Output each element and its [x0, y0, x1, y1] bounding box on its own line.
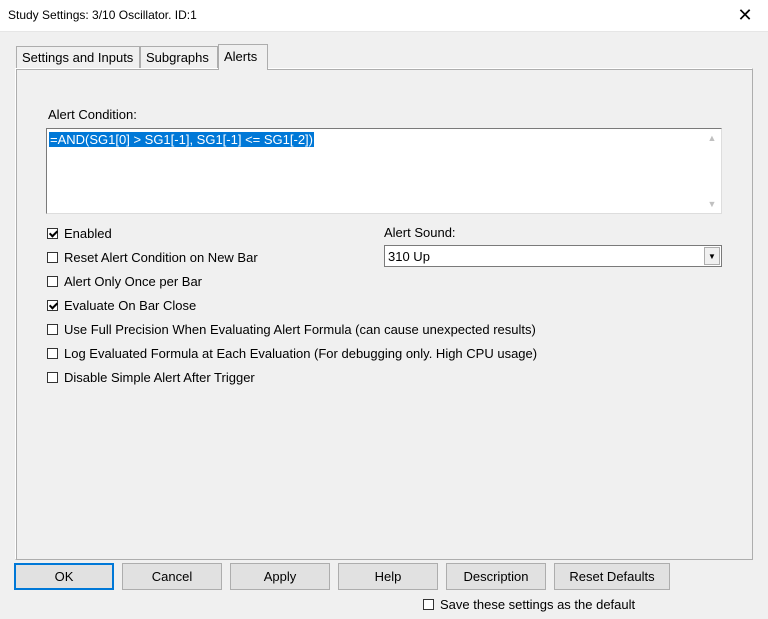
tab-label: Alerts [224, 49, 258, 64]
close-icon: ✕ [737, 5, 753, 25]
alert-sound-select[interactable]: 310 Up ▼ [384, 245, 722, 267]
reset-alert-condition-checkbox[interactable]: Reset Alert Condition on New Bar [47, 248, 258, 266]
scroll-up-icon[interactable]: ▲ [706, 132, 718, 144]
checkbox-box[interactable] [47, 347, 58, 359]
chevron-down-icon[interactable]: ▼ [704, 247, 720, 265]
checkbox-label: Save these settings as the default [440, 596, 636, 612]
log-evaluated-formula-checkbox[interactable]: Log Evaluated Formula at Each Evaluation… [47, 344, 537, 362]
checkbox-box[interactable] [47, 299, 58, 311]
scroll-down-icon[interactable]: ▼ [706, 198, 718, 210]
alert-sound-label: Alert Sound: [384, 225, 456, 240]
button-label: Reset Defaults [569, 569, 655, 584]
checkbox-box[interactable] [47, 227, 58, 239]
cancel-button[interactable]: Cancel [122, 563, 222, 590]
checkbox-box[interactable] [423, 598, 434, 610]
button-label: Description [463, 569, 529, 584]
disable-simple-alert-checkbox[interactable]: Disable Simple Alert After Trigger [47, 368, 255, 386]
tab-label: Subgraphs [146, 50, 209, 65]
checkbox-label: Enabled [64, 225, 112, 241]
button-label: Help [374, 569, 402, 584]
apply-button[interactable]: Apply [230, 563, 330, 590]
save-default-checkbox[interactable]: Save these settings as the default [423, 595, 635, 613]
help-button[interactable]: Help [338, 563, 438, 590]
tab-label: Settings and Inputs [22, 50, 134, 65]
alert-once-per-bar-checkbox[interactable]: Alert Only Once per Bar [47, 272, 202, 290]
title-bar: Study Settings: 3/10 Oscillator. ID:1 ✕ [0, 0, 768, 32]
enabled-checkbox[interactable]: Enabled [47, 224, 112, 242]
button-label: Apply [263, 569, 297, 584]
reset-defaults-button[interactable]: Reset Defaults [554, 563, 670, 590]
window-title: Study Settings: 3/10 Oscillator. ID:1 [8, 8, 197, 22]
checkbox-label: Log Evaluated Formula at Each Evaluation… [64, 345, 538, 361]
checkbox-box[interactable] [47, 371, 58, 383]
ok-button[interactable]: OK [14, 563, 114, 590]
tab-alerts[interactable]: Alerts [218, 44, 268, 70]
checkbox-box[interactable] [47, 323, 58, 335]
checkbox-label: Reset Alert Condition on New Bar [64, 249, 258, 265]
full-precision-checkbox[interactable]: Use Full Precision When Evaluating Alert… [47, 320, 536, 338]
checkbox-box[interactable] [47, 251, 58, 263]
checkbox-label: Evaluate On Bar Close [64, 297, 197, 313]
alert-sound-value: 310 Up [388, 249, 430, 264]
close-button[interactable]: ✕ [722, 0, 768, 31]
evaluate-on-bar-close-checkbox[interactable]: Evaluate On Bar Close [47, 296, 196, 314]
alert-condition-input[interactable]: =AND(SG1[0] > SG1[-1], SG1[-1] <= SG1[-2… [46, 128, 722, 214]
alert-condition-text: =AND(SG1[0] > SG1[-1], SG1[-1] <= SG1[-2… [49, 132, 314, 147]
alert-condition-label: Alert Condition: [48, 107, 137, 122]
tab-settings-and-inputs[interactable]: Settings and Inputs [16, 46, 140, 68]
checkbox-label: Use Full Precision When Evaluating Alert… [64, 321, 536, 337]
tab-subgraphs[interactable]: Subgraphs [140, 46, 218, 68]
description-button[interactable]: Description [446, 563, 546, 590]
checkbox-box[interactable] [47, 275, 58, 287]
checkbox-label: Disable Simple Alert After Trigger [64, 369, 255, 385]
button-label: OK [54, 569, 74, 584]
checkbox-label: Alert Only Once per Bar [64, 273, 202, 289]
button-label: Cancel [151, 569, 193, 584]
